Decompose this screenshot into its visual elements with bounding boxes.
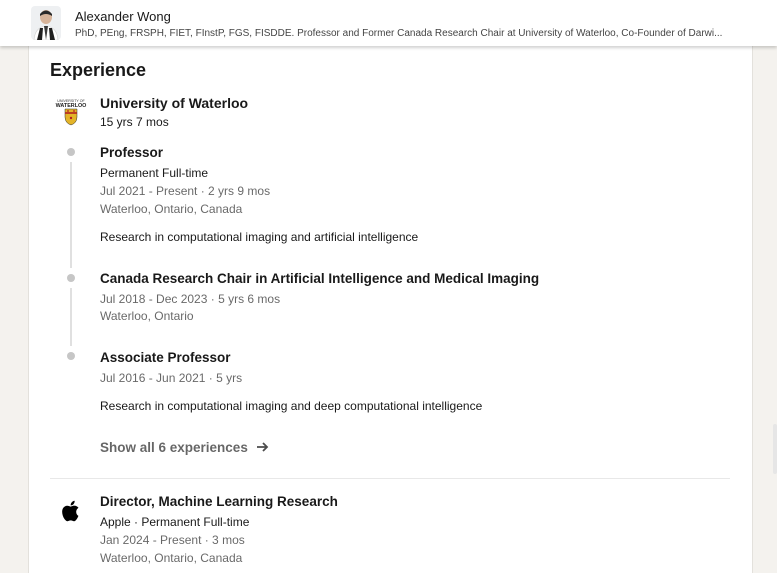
avatar[interactable]: [31, 6, 61, 40]
timeline-dot: [67, 352, 75, 360]
role-title[interactable]: Canada Research Chair in Artificial Inte…: [100, 271, 539, 286]
show-all-label: Show all 6 experiences: [100, 440, 248, 455]
scrollbar[interactable]: [773, 424, 777, 474]
timeline-line: [70, 288, 72, 346]
role-title[interactable]: Associate Professor: [100, 350, 231, 365]
divider: [50, 478, 730, 479]
role-location: Waterloo, Ontario, Canada: [100, 551, 243, 565]
apple-logo[interactable]: [56, 496, 88, 528]
role-company: Apple · Permanent Full-time: [100, 515, 250, 529]
section-title: Experience: [50, 60, 147, 80]
role-dates: Jul 2018 - Dec 2023 · 5 yrs 6 mos: [100, 292, 281, 306]
role-location: Waterloo, Ontario: [100, 309, 194, 323]
role-employment-type: Permanent Full-time: [100, 166, 209, 180]
profile-sticky-header: Alexander Wong PhD, PEng, FRSPH, FIET, F…: [0, 0, 777, 46]
timeline-dot: [67, 148, 75, 156]
profile-headline: PhD, PEng, FRSPH, FIET, FInstP, FGS, FIS…: [75, 28, 723, 39]
role-dates: Jul 2016 - Jun 2021 · 5 yrs: [100, 371, 243, 385]
role-location: Waterloo, Ontario, Canada: [100, 202, 243, 216]
role-description: Research in computational imaging and ar…: [100, 230, 419, 244]
profile-name: Alexander Wong: [75, 9, 171, 24]
role-title[interactable]: Professor: [100, 145, 163, 160]
logo-text-main: WATERLOO: [56, 103, 87, 109]
role-title[interactable]: Director, Machine Learning Research: [100, 494, 338, 509]
role-dates: Jan 2024 - Present · 3 mos: [100, 533, 245, 547]
company-duration: 15 yrs 7 mos: [100, 115, 169, 129]
timeline-dot: [67, 274, 75, 282]
timeline-line: [70, 162, 72, 268]
show-all-experiences-link[interactable]: Show all 6 experiences: [100, 440, 269, 456]
company-name[interactable]: University of Waterloo: [100, 95, 248, 111]
arrow-right-icon: [256, 441, 269, 456]
waterloo-logo[interactable]: UNIVERSITY OF WATERLOO: [52, 96, 92, 136]
role-description: Research in computational imaging and de…: [100, 399, 483, 413]
role-dates: Jul 2021 - Present · 2 yrs 9 mos: [100, 184, 271, 198]
